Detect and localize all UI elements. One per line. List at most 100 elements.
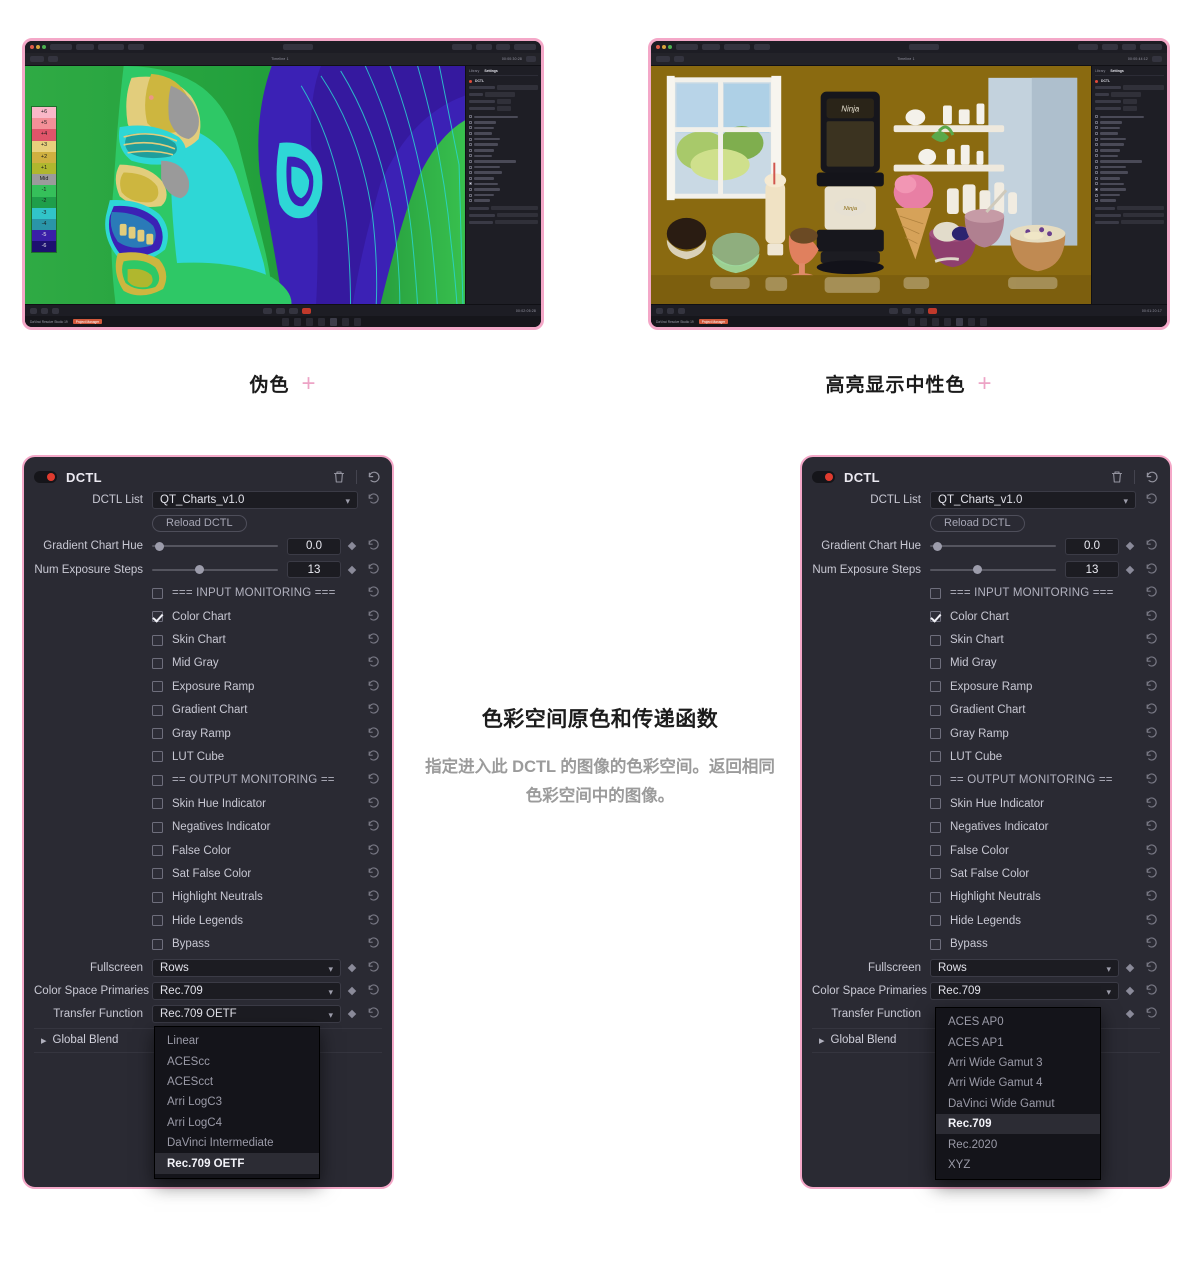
transport-chip[interactable] — [667, 307, 674, 314]
menu-chip[interactable] — [676, 44, 698, 50]
menu-chip[interactable] — [724, 44, 750, 50]
reset-icon[interactable] — [1143, 912, 1160, 930]
reset-icon[interactable] — [365, 678, 382, 696]
toolbar-chip[interactable] — [496, 44, 510, 50]
reset-icon[interactable] — [365, 982, 382, 1000]
subbar-chip[interactable] — [526, 56, 537, 62]
reset-icon[interactable] — [365, 1005, 382, 1023]
keyframe-icon[interactable] — [346, 540, 358, 552]
checkbox-row[interactable]: Skin Hue Indicator — [34, 792, 382, 815]
checkbox-row[interactable]: Skin Hue Indicator — [812, 792, 1160, 815]
nav-media[interactable] — [908, 317, 916, 326]
reset-icon[interactable] — [1143, 865, 1160, 883]
inspector-row[interactable] — [1095, 106, 1164, 111]
checkbox[interactable] — [152, 751, 163, 763]
nav-fusion[interactable] — [944, 317, 952, 326]
inspector-tabs[interactable]: Library Settings — [469, 69, 538, 76]
tab-settings[interactable]: Settings — [1110, 69, 1123, 73]
checkbox[interactable] — [152, 798, 163, 810]
num-exposure-steps-value[interactable]: 13 — [1065, 561, 1119, 579]
checkbox[interactable] — [152, 587, 163, 599]
inspector-tabs[interactable]: Library Settings — [1095, 69, 1164, 76]
reset-icon[interactable] — [1143, 842, 1160, 860]
checkbox-row[interactable]: Hide Legends — [34, 909, 382, 932]
dropdown-option[interactable]: XYZ — [936, 1155, 1100, 1175]
checkbox-row[interactable]: LUT Cube — [812, 745, 1160, 768]
reset-icon[interactable] — [1143, 959, 1160, 977]
transport-chip[interactable] — [41, 307, 48, 314]
inspector-row[interactable] — [1095, 85, 1164, 90]
reset-icon[interactable] — [1143, 748, 1160, 766]
toolbar-chip[interactable] — [1078, 44, 1098, 50]
checkbox-row[interactable]: Sat False Color — [812, 862, 1160, 885]
reset-icon[interactable] — [365, 795, 382, 813]
reset-icon[interactable] — [1143, 608, 1160, 626]
reset-icon[interactable] — [365, 491, 382, 509]
checkbox-row[interactable]: Color Chart — [34, 605, 382, 628]
play-chip[interactable] — [902, 307, 912, 314]
fullscreen-select[interactable]: Rows ▾ — [152, 958, 341, 977]
checkbox-row[interactable]: Gray Ramp — [34, 722, 382, 745]
nav-edit[interactable] — [306, 317, 314, 326]
dropdown-option[interactable]: Arri LogC4 — [155, 1113, 319, 1133]
num-exposure-steps-slider[interactable] — [152, 563, 278, 577]
reset-icon[interactable] — [1143, 631, 1160, 649]
play-chip[interactable] — [889, 307, 899, 314]
checkbox[interactable] — [930, 611, 941, 623]
inspector-row[interactable] — [469, 205, 538, 211]
dropdown-option[interactable]: ACEScc — [155, 1051, 319, 1071]
inspector-row[interactable] — [469, 99, 538, 104]
num-exposure-steps-slider[interactable] — [930, 563, 1056, 577]
subbar-chip[interactable] — [674, 56, 684, 62]
checkbox-row[interactable]: Negatives Indicator — [812, 815, 1160, 838]
reset-icon[interactable] — [365, 842, 382, 860]
keyframe-icon[interactable] — [346, 962, 358, 974]
reset-icon[interactable] — [365, 888, 382, 906]
checkbox[interactable] — [930, 728, 941, 740]
reset-icon[interactable] — [1143, 935, 1160, 953]
transport-chip[interactable] — [678, 307, 685, 314]
transfer-function-select[interactable]: Rec.709 OETF ▾ — [152, 1005, 341, 1024]
dropdown-option[interactable]: Arri LogC3 — [155, 1092, 319, 1112]
reset-icon[interactable] — [1143, 982, 1160, 1000]
tab-library[interactable]: Library — [1095, 69, 1105, 73]
keyframe-icon[interactable] — [1124, 985, 1136, 997]
transport-chip[interactable] — [30, 307, 37, 314]
checkbox[interactable] — [152, 728, 163, 740]
checkbox[interactable] — [930, 938, 941, 950]
reset-icon[interactable] — [365, 771, 382, 789]
checkbox-row[interactable]: Gradient Chart — [34, 699, 382, 722]
subbar-chip[interactable] — [30, 56, 44, 62]
checkbox[interactable] — [930, 704, 941, 716]
dctl-list-select[interactable]: QT_Charts_v1.0 ▾ — [930, 490, 1136, 509]
nav-color[interactable] — [330, 317, 338, 326]
reload-dctl-button[interactable]: Reload DCTL — [152, 514, 247, 532]
dctl-enable-toggle[interactable] — [34, 471, 57, 483]
checkbox[interactable] — [152, 891, 163, 903]
checkbox-row[interactable]: Gray Ramp — [812, 722, 1160, 745]
dropdown-option-selected[interactable]: Rec.709 — [936, 1113, 1100, 1135]
reset-icon[interactable] — [1143, 584, 1160, 602]
checkbox-row[interactable]: === INPUT MONITORING === — [812, 582, 1160, 605]
inspector-row[interactable] — [469, 219, 538, 225]
reset-icon[interactable] — [365, 912, 382, 930]
checkbox[interactable] — [152, 681, 163, 693]
dctl-list-select[interactable]: QT_Charts_v1.0 ▾ — [152, 490, 358, 509]
checkbox[interactable] — [930, 634, 941, 646]
inspector-checkbox-list[interactable] — [1095, 114, 1164, 204]
gradient-chart-hue-slider[interactable] — [930, 539, 1056, 553]
checkbox-row[interactable]: Hide Legends — [812, 909, 1160, 932]
reset-icon[interactable] — [365, 701, 382, 719]
checkbox-row[interactable]: Bypass — [34, 932, 382, 955]
checkbox-row[interactable]: Mid Gray — [812, 652, 1160, 675]
checkbox[interactable] — [152, 634, 163, 646]
reset-icon[interactable] — [365, 631, 382, 649]
checkbox[interactable] — [930, 821, 941, 833]
fullscreen-select[interactable]: Rows ▾ — [930, 958, 1119, 977]
dropdown-option[interactable]: Linear — [155, 1031, 319, 1051]
keyframe-icon[interactable] — [1124, 540, 1136, 552]
menu-chip[interactable] — [702, 44, 720, 50]
dropdown-option[interactable]: Rec.2020 — [936, 1134, 1100, 1154]
reload-dctl-button[interactable]: Reload DCTL — [930, 514, 1025, 532]
keyframe-icon[interactable] — [346, 564, 358, 576]
